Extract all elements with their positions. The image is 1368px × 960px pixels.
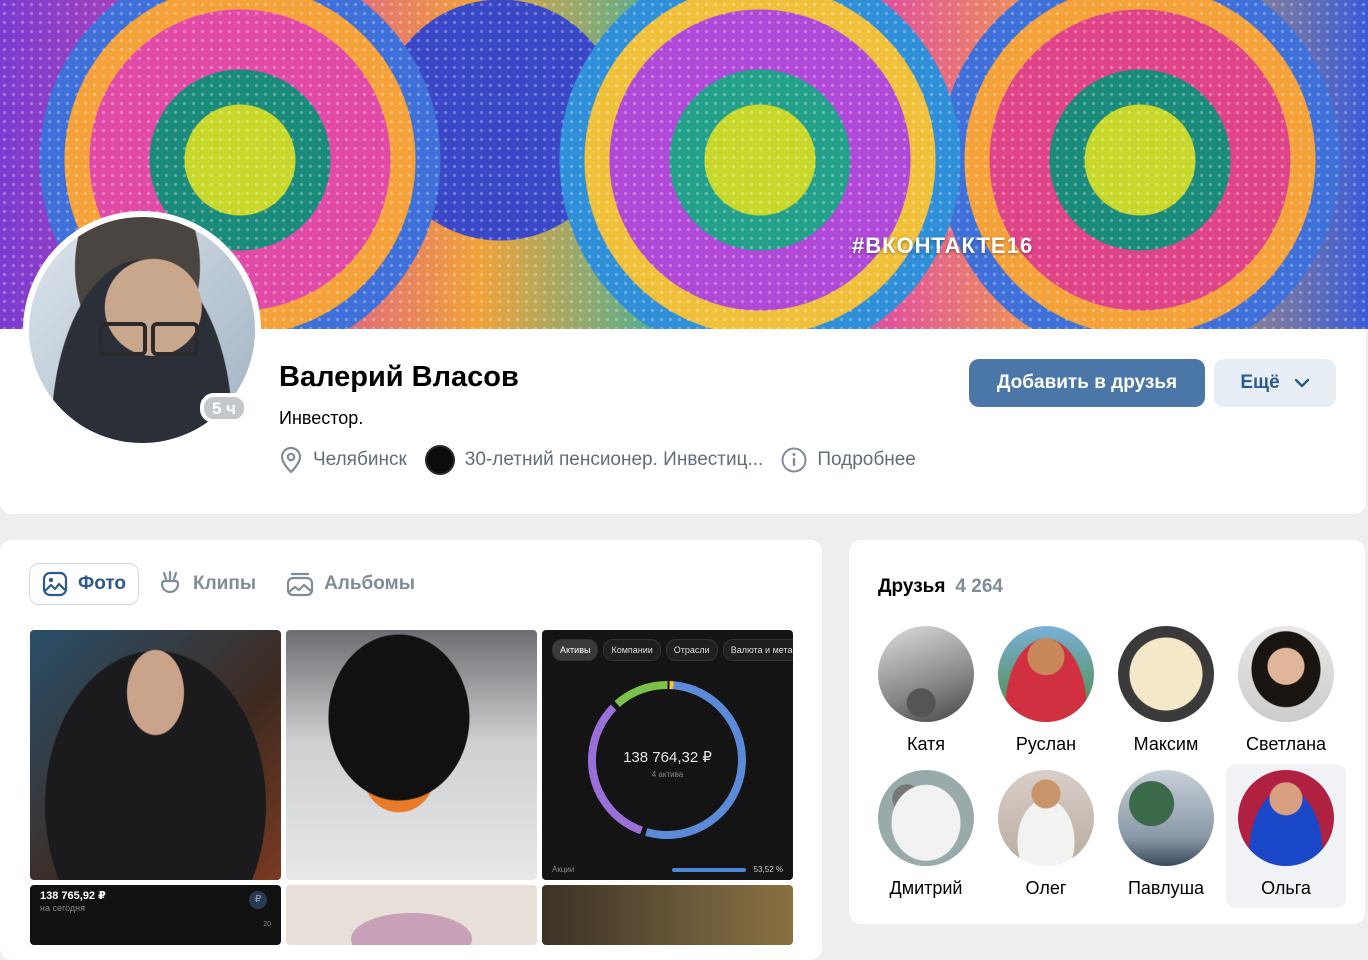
friends-header[interactable]: Друзья 4 264	[878, 576, 1003, 598]
photo-thumbnail-interior[interactable]	[542, 885, 793, 945]
portfolio2-year: 20	[263, 921, 271, 928]
friend-name: Ольга	[1261, 878, 1311, 898]
tab-photos-label: Фото	[78, 573, 127, 594]
friend-card[interactable]: Максим	[1106, 620, 1226, 764]
photo-thumbnail-fire[interactable]	[286, 630, 537, 880]
info-circle-icon	[781, 447, 807, 473]
friend-avatar	[1118, 770, 1214, 866]
friend-name: Дмитрий	[889, 878, 963, 898]
tab-clips[interactable]: Клипы	[145, 563, 268, 605]
friends-title: Друзья	[878, 576, 946, 597]
group-label: 30-летний пенсионер. Инвестиц...	[464, 449, 764, 470]
chevron-down-icon	[1294, 372, 1310, 394]
friend-avatar	[878, 626, 974, 722]
details-link[interactable]: Подробнее	[781, 447, 916, 473]
city-info[interactable]: Челябинск	[279, 446, 407, 474]
friend-card[interactable]: Светлана	[1226, 620, 1346, 764]
media-tabs: Фото Клипы Альбомы	[29, 563, 427, 605]
friend-card[interactable]: Катя	[866, 620, 986, 764]
friend-name: Павлуша	[1127, 878, 1205, 898]
city-label: Челябинск	[313, 449, 407, 470]
friend-card[interactable]: Ольга	[1226, 764, 1346, 908]
friends-count: 4 264	[955, 576, 1003, 597]
photo-grid: Активы Компании Отрасли Валюта и мета 13…	[30, 630, 793, 945]
portfolio-footer-label: Акции	[552, 865, 575, 874]
last-seen-badge: 5 ч	[200, 393, 249, 423]
group-info[interactable]: 30-летний пенсионер. Инвестиц...	[424, 445, 764, 475]
details-label: Подробнее	[817, 449, 916, 470]
friend-name: Руслан	[1015, 734, 1077, 754]
friend-name: Светлана	[1245, 734, 1327, 754]
tab-photos[interactable]: Фото	[29, 563, 140, 605]
friend-name: Максим	[1133, 734, 1199, 754]
friend-avatar	[1238, 626, 1334, 722]
portfolio-assets-count: 4 актива	[651, 770, 684, 779]
friend-avatar	[998, 626, 1094, 722]
portfolio-footer-value: 53,52 %	[753, 865, 783, 874]
location-pin-icon	[279, 446, 303, 474]
cover-hashtag: #ВКОНТАКТЕ16	[852, 233, 1034, 258]
portfolio-total: 138 764,32 ₽	[623, 749, 712, 766]
friend-avatar	[878, 770, 974, 866]
albums-icon	[286, 571, 314, 597]
friend-card[interactable]: Дмитрий	[866, 764, 986, 908]
tab-albums[interactable]: Альбомы	[274, 563, 427, 605]
friend-name: Катя	[906, 734, 946, 754]
friend-card[interactable]: Павлуша	[1106, 764, 1226, 908]
portfolio-share-bar	[672, 868, 746, 872]
portfolio2-value: 138 765,92 ₽	[40, 890, 106, 902]
photo-thumbnail-portfolio[interactable]: Активы Компании Отрасли Валюта и мета 13…	[542, 630, 793, 880]
friend-avatar	[1118, 626, 1214, 722]
more-label: Ещё	[1240, 372, 1280, 393]
photo-thumbnail-businessman[interactable]	[30, 630, 281, 880]
add-friend-button[interactable]: Добавить в друзья	[969, 359, 1205, 407]
photo-thumbnail-food[interactable]	[286, 885, 537, 945]
tab-albums-label: Альбомы	[324, 573, 415, 594]
more-button[interactable]: Ещё	[1214, 359, 1336, 407]
clips-icon	[157, 570, 183, 598]
photo-thumbnail-portfolio-2[interactable]: 138 765,92 ₽ на сегодня ₽ 20	[30, 885, 281, 945]
group-avatar-icon	[424, 445, 455, 475]
portfolio2-sub: на сегодня	[40, 903, 85, 913]
profile-name: Валерий Власов	[279, 361, 519, 393]
friend-avatar	[998, 770, 1094, 866]
profile-status: Инвестор.	[279, 408, 364, 428]
photo-icon	[42, 571, 68, 597]
tab-clips-label: Клипы	[193, 573, 257, 594]
ruble-badge-icon: ₽	[249, 891, 267, 909]
friend-avatar	[1238, 770, 1334, 866]
friend-card[interactable]: Руслан	[986, 620, 1106, 764]
friend-card[interactable]: Олег	[986, 764, 1106, 908]
friend-name: Олег	[1025, 878, 1067, 898]
profile-info-row: Челябинск 30-летний пенсионер. Инвестиц.…	[279, 445, 934, 475]
